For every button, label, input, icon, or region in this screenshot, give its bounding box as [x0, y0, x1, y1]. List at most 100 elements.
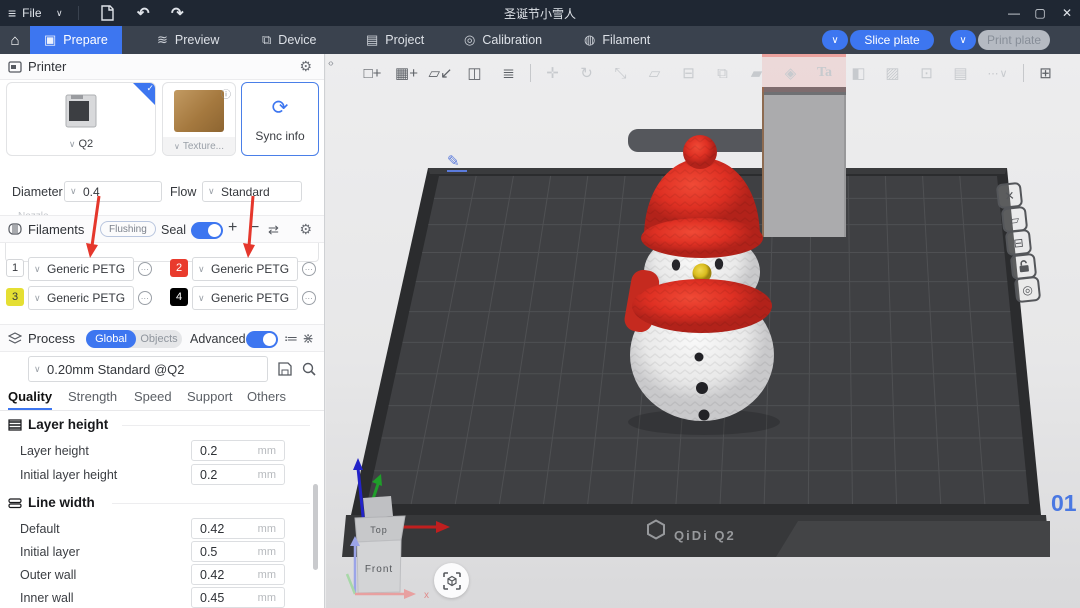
plate-rename-underline	[447, 170, 467, 172]
remove-filament-button[interactable]: −	[250, 219, 259, 237]
slice-plate-button[interactable]: Slice plate	[850, 30, 934, 50]
seal-toggle[interactable]	[191, 222, 223, 239]
auto-orient-icon[interactable]: ▱↙	[428, 60, 453, 86]
info-icon[interactable]: ⓘ	[221, 86, 231, 101]
annotation-highlight-strip	[762, 54, 846, 57]
advanced-toggle[interactable]	[246, 331, 278, 348]
filament-1-more-icon[interactable]: ⋯	[138, 262, 152, 276]
split-objects-icon[interactable]: ⊟	[676, 60, 701, 86]
fit-view-button[interactable]	[434, 563, 469, 598]
tab-strength[interactable]: Strength	[68, 389, 117, 404]
close-button[interactable]: ✕	[1056, 0, 1078, 26]
redo-button[interactable]: ↷	[171, 0, 184, 26]
flow-select[interactable]: ∨Standard	[202, 181, 302, 202]
printer-card[interactable]: ✓ ∨ Q2	[6, 82, 156, 156]
tab-others[interactable]: Others	[247, 389, 286, 404]
layer-height-input[interactable]: 0.2mm	[191, 440, 285, 461]
default-line-width-input[interactable]: 0.42mm	[191, 518, 285, 539]
plate-rename-icon[interactable]: ✎	[447, 152, 460, 170]
fill-plate-icon[interactable]: ≣	[496, 60, 521, 86]
save-button[interactable]	[100, 0, 115, 26]
tab-filament[interactable]: ◍ Filament	[570, 26, 664, 54]
app-window: ≡ File ∨ ↶ ↷ 圣诞节小雪人 — ▢ ✕ ⌂ ▣ Prepare ≋ …	[0, 0, 1080, 608]
arrange-plate-icon[interactable]: ⊟	[1005, 229, 1032, 256]
seam-paint-icon[interactable]: ⊡	[914, 60, 939, 86]
add-model-icon[interactable]: □+	[360, 60, 385, 86]
undo-button[interactable]: ↶	[137, 0, 150, 26]
main-tab-bar: ⌂ ▣ Prepare ≋ Preview ⧉ Device ▤ Project…	[0, 26, 1080, 54]
filament-slot-4-select[interactable]: ∨Generic PETG	[192, 286, 298, 310]
filament-slot-3-badge: 3	[6, 288, 24, 306]
filament-4-more-icon[interactable]: ⋯	[302, 291, 316, 305]
filament-settings-gear-icon[interactable]: ⚙	[299, 221, 312, 238]
outer-wall-line-width-input[interactable]: 0.42mm	[191, 564, 285, 585]
flushing-button[interactable]: Flushing	[100, 221, 156, 237]
merge-icon[interactable]: ⧉	[710, 60, 735, 86]
build-plate-card[interactable]: ⓘ ∨Texture...	[162, 82, 236, 156]
filament-3-more-icon[interactable]: ⋯	[138, 291, 152, 305]
arrange-icon[interactable]: ◫	[462, 60, 487, 86]
preset-select[interactable]: ∨0.20mm Standard @Q2	[28, 356, 268, 382]
text-icon[interactable]: Ta	[812, 60, 837, 86]
add-filament-button[interactable]: +	[228, 219, 237, 237]
layers-icon[interactable]: ▤	[948, 60, 973, 86]
scope-toggle[interactable]: Global Objects	[86, 330, 182, 348]
move-icon[interactable]: ✛	[540, 60, 565, 86]
file-menu-chevron-icon[interactable]: ∨	[56, 0, 63, 26]
scale-icon[interactable]: ⤡	[608, 60, 633, 86]
print-plate-button[interactable]: Print plate	[978, 30, 1050, 50]
tab-speed[interactable]: Speed	[134, 389, 172, 404]
assembly-icon[interactable]: ⊞	[1033, 60, 1058, 86]
slice-dropdown-chevron[interactable]: ∨	[822, 30, 848, 50]
scope-objects[interactable]: Objects	[136, 330, 182, 348]
parameter-list-icon[interactable]: ≔	[284, 330, 298, 347]
initial-layer-line-width-input[interactable]: 0.5mm	[191, 541, 285, 562]
search-preset-button[interactable]	[301, 361, 317, 382]
panel-collapse-handle[interactable]: ‹›	[328, 58, 333, 69]
tab-calibration[interactable]: ◎ Calibration	[450, 26, 556, 54]
maximize-button[interactable]: ▢	[1029, 0, 1051, 26]
save-preset-button[interactable]	[277, 361, 293, 382]
filament-slot-2-select[interactable]: ∨Generic PETG	[192, 257, 298, 281]
file-menu[interactable]: ≡ File	[8, 0, 42, 26]
initial-layer-height-input[interactable]: 0.2mm	[191, 464, 285, 485]
sync-info-button[interactable]: ⟳ Sync info	[241, 82, 319, 156]
tune-icon[interactable]: ⋇	[302, 330, 314, 347]
print-dropdown-chevron[interactable]: ∨	[950, 30, 976, 50]
delete-plate-icon[interactable]: ✕	[996, 182, 1023, 209]
tab-device[interactable]: ⧉ Device	[248, 26, 331, 54]
tab-support[interactable]: Support	[187, 389, 233, 404]
panel-scrollbar[interactable]	[313, 484, 318, 570]
support-paint-icon[interactable]: ▨	[880, 60, 905, 86]
color-paint-icon[interactable]: ◈	[778, 60, 803, 86]
home-button[interactable]: ⌂	[0, 26, 30, 54]
rotate-icon[interactable]: ↻	[574, 60, 599, 86]
more-tools-icon[interactable]: ⋯∨	[982, 60, 1014, 86]
divider	[0, 410, 324, 411]
viewport-3d[interactable]: QiDi Q2	[326, 54, 1080, 608]
plate-type-select[interactable]: ∨Texture...	[163, 137, 235, 155]
diameter-label: Diameter	[12, 185, 63, 199]
printer-section-header: Printer ⚙	[0, 54, 324, 80]
filament-2-more-icon[interactable]: ⋯	[302, 262, 316, 276]
minimize-button[interactable]: —	[1003, 0, 1025, 26]
variable-layer-icon[interactable]: ◧	[846, 60, 871, 86]
plate-settings-icon[interactable]: ◎	[1014, 276, 1041, 303]
printer-settings-gear-icon[interactable]: ⚙	[299, 58, 312, 75]
tab-quality[interactable]: Quality	[8, 389, 52, 411]
lay-flat-icon[interactable]: ▰	[744, 60, 769, 86]
diameter-select[interactable]: ∨0.4	[64, 181, 162, 202]
place-on-face-icon[interactable]: ▱	[642, 60, 667, 86]
inner-wall-line-width-input[interactable]: 0.45mm	[191, 587, 285, 608]
tab-prepare[interactable]: ▣ Prepare	[30, 26, 122, 54]
plate-number: 01	[1051, 490, 1077, 517]
scope-global[interactable]: Global	[86, 330, 136, 348]
tab-project[interactable]: ▤ Project	[352, 26, 438, 54]
printer-model-select[interactable]: ∨ Q2	[7, 138, 155, 150]
tab-preview[interactable]: ≋ Preview	[143, 26, 233, 54]
filament-slot-1-select[interactable]: ∨Generic PETG	[28, 257, 134, 281]
add-plate-icon[interactable]: ▦+	[394, 60, 419, 86]
ams-sync-icon[interactable]: ⇄	[268, 222, 279, 238]
snowman-model[interactable]	[600, 120, 820, 450]
filament-slot-3-select[interactable]: ∨Generic PETG	[28, 286, 134, 310]
